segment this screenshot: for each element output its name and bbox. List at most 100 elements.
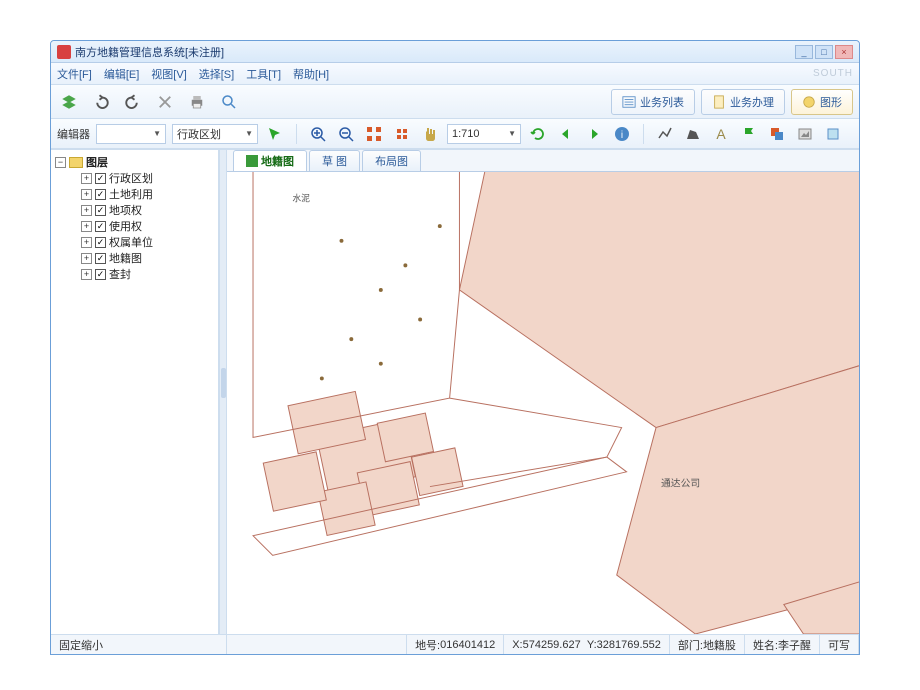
zoom-out-tool[interactable] [335, 123, 357, 145]
tab-business-list[interactable]: 业务列表 [611, 89, 695, 115]
list-icon [622, 95, 636, 109]
app-icon [57, 45, 71, 59]
menu-file[interactable]: 文件[F] [57, 66, 92, 82]
tree-root[interactable]: − 图层 [53, 154, 216, 170]
tree-item[interactable]: +✓查封 [53, 266, 216, 282]
expand-icon[interactable]: + [81, 269, 92, 280]
info-button[interactable]: i [611, 123, 633, 145]
tree-item-label: 使用权 [109, 218, 142, 234]
checkbox[interactable]: ✓ [95, 269, 106, 280]
tree-item[interactable]: +✓地项权 [53, 202, 216, 218]
status-writable: 可写 [820, 635, 859, 654]
menu-help[interactable]: 帮助[H] [293, 66, 329, 82]
expand-icon[interactable]: + [81, 237, 92, 248]
tree-item[interactable]: +✓权属单位 [53, 234, 216, 250]
collapse-icon[interactable]: − [55, 157, 66, 168]
tree-item[interactable]: +✓使用权 [53, 218, 216, 234]
map-tab-cadastral[interactable]: 地籍图 [233, 150, 307, 171]
draw-polygon-tool[interactable] [682, 123, 704, 145]
folder-icon [69, 157, 83, 168]
tree-item[interactable]: +✓行政区划 [53, 170, 216, 186]
nav-forward-button[interactable] [583, 123, 605, 145]
status-parcel: 地号:016401412 [407, 635, 504, 654]
title-bar: 南方地籍管理信息系统[未注册] _ □ × [51, 41, 859, 63]
menu-view[interactable]: 视图[V] [151, 66, 186, 82]
tab-business-handle[interactable]: 业务办理 [701, 89, 785, 115]
search-button[interactable] [217, 90, 241, 114]
checkbox[interactable]: ✓ [95, 221, 106, 232]
minimize-button[interactable]: _ [795, 45, 813, 59]
image-tool[interactable] [794, 123, 816, 145]
checkbox[interactable]: ✓ [95, 189, 106, 200]
checkbox[interactable]: ✓ [95, 237, 106, 248]
flag-tool[interactable] [738, 123, 760, 145]
tree-item-label: 行政区划 [109, 170, 153, 186]
close-button[interactable]: × [835, 45, 853, 59]
status-bar: 固定缩小 地号:016401412 X:574259.627 Y:3281769… [51, 634, 859, 654]
redo-button[interactable] [121, 90, 145, 114]
refresh-button[interactable] [527, 123, 549, 145]
map-label-small: 水泥 [292, 192, 310, 203]
globe-icon [802, 95, 816, 109]
svg-text:A: A [716, 126, 726, 142]
app-window: 南方地籍管理信息系统[未注册] _ □ × 文件[F] 编辑[E] 视图[V] … [50, 40, 860, 655]
overlay-tool[interactable] [766, 123, 788, 145]
brand-label: SOUTH [813, 68, 853, 79]
menu-edit[interactable]: 编辑[E] [104, 66, 139, 82]
map-label-company: 通达公司 [661, 478, 700, 490]
tree-item-label: 权属单位 [109, 234, 153, 250]
body: − 图层 +✓行政区划+✓土地利用+✓地项权+✓使用权+✓权属单位+✓地籍图+✓… [51, 149, 859, 634]
document-icon [712, 95, 726, 109]
tree-item-label: 地项权 [109, 202, 142, 218]
select-tool[interactable] [264, 123, 286, 145]
checkbox[interactable]: ✓ [95, 253, 106, 264]
tree-item-label: 查封 [109, 266, 131, 282]
undo-button[interactable] [89, 90, 113, 114]
window-title: 南方地籍管理信息系统[未注册] [75, 44, 224, 60]
expand-icon[interactable]: + [81, 173, 92, 184]
expand-icon[interactable]: + [81, 221, 92, 232]
map-tabs: 地籍图 草 图 布局图 [227, 150, 859, 172]
tree-item[interactable]: +✓地籍图 [53, 250, 216, 266]
extent-full-tool[interactable] [363, 123, 385, 145]
map-tab-layout[interactable]: 布局图 [362, 150, 421, 171]
scale-combo[interactable]: 1:710▼ [447, 124, 521, 144]
checkbox[interactable]: ✓ [95, 173, 106, 184]
delete-button[interactable] [153, 90, 177, 114]
map-svg: 通达公司 水泥 [227, 172, 859, 634]
map-area: 地籍图 草 图 布局图 [227, 150, 859, 634]
menu-select[interactable]: 选择[S] [199, 66, 234, 82]
tree-item-label: 土地利用 [109, 186, 153, 202]
layers-button[interactable] [57, 90, 81, 114]
print-button[interactable] [185, 90, 209, 114]
status-user: 姓名:李子醒 [745, 635, 820, 654]
note-tool[interactable] [822, 123, 844, 145]
map-icon [246, 155, 258, 167]
tree-item[interactable]: +✓土地利用 [53, 186, 216, 202]
text-tool[interactable]: A [710, 123, 732, 145]
zoom-in-tool[interactable] [307, 123, 329, 145]
layer-tree-panel: − 图层 +✓行政区划+✓土地利用+✓地项权+✓使用权+✓权属单位+✓地籍图+✓… [51, 150, 219, 634]
expand-icon[interactable]: + [81, 189, 92, 200]
menu-bar: 文件[F] 编辑[E] 视图[V] 选择[S] 工具[T] 帮助[H] SOUT… [51, 63, 859, 85]
map-tab-draft[interactable]: 草 图 [309, 150, 360, 171]
expand-icon[interactable]: + [81, 253, 92, 264]
menu-tools[interactable]: 工具[T] [246, 66, 281, 82]
svg-text:i: i [621, 130, 623, 141]
map-canvas[interactable]: 通达公司 水泥 [227, 172, 859, 634]
map-toolbar: 编辑器 ▼ 行政区划▼ 1:710▼ [51, 119, 859, 149]
nav-back-button[interactable] [555, 123, 577, 145]
maximize-button[interactable]: □ [815, 45, 833, 59]
splitter[interactable] [219, 150, 227, 634]
expand-icon[interactable]: + [81, 205, 92, 216]
draw-line-tool[interactable] [654, 123, 676, 145]
status-dept: 部门:地籍股 [670, 635, 745, 654]
extent-window-tool[interactable] [391, 123, 413, 145]
status-coords: X:574259.627 Y:3281769.552 [504, 635, 670, 654]
tab-graphics[interactable]: 图形 [791, 89, 853, 115]
editor-label: 编辑器 [57, 126, 90, 142]
layer-dropdown[interactable]: 行政区划▼ [172, 124, 258, 144]
pan-tool[interactable] [419, 123, 441, 145]
editor-dropdown[interactable]: ▼ [96, 124, 166, 144]
checkbox[interactable]: ✓ [95, 205, 106, 216]
